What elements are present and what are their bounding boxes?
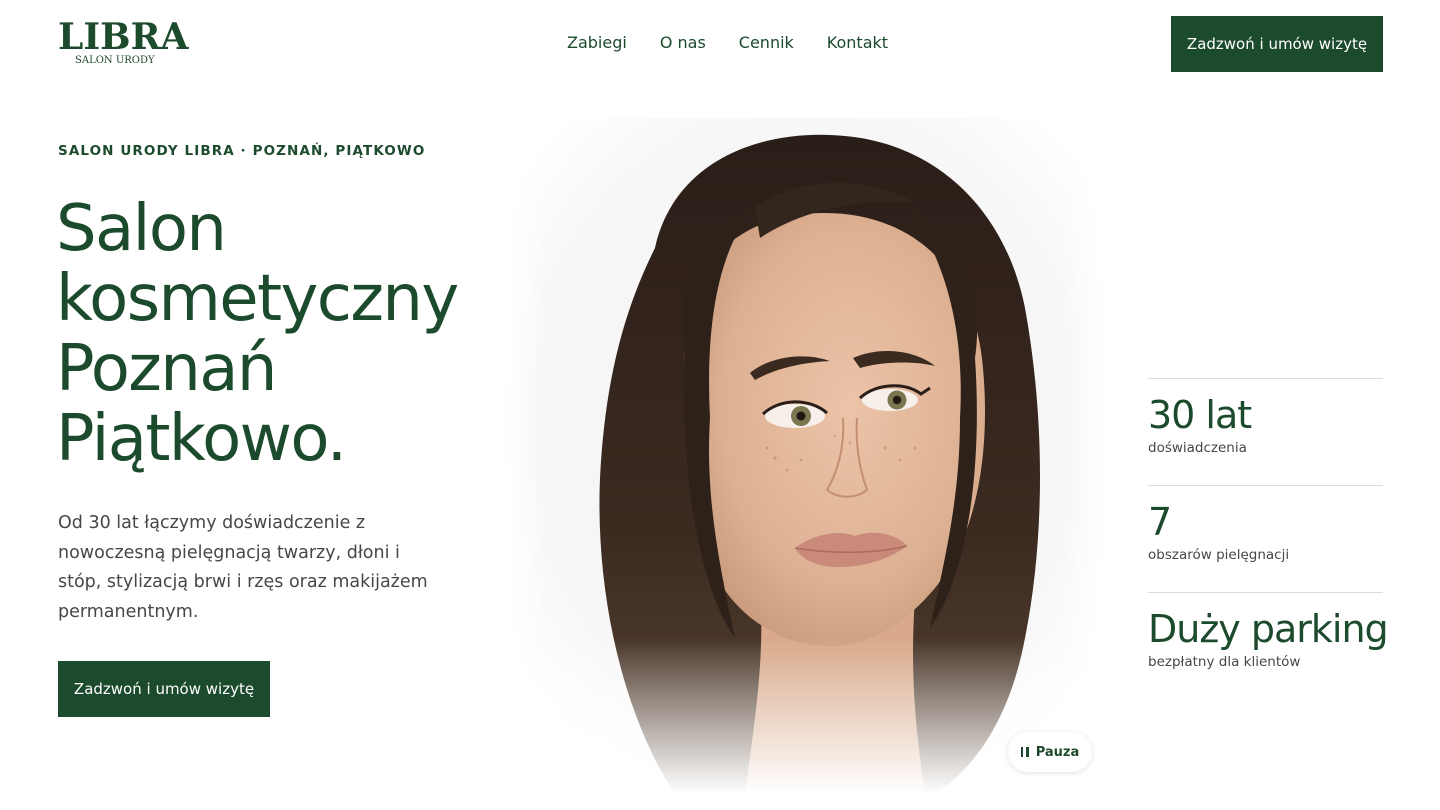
hero-description: Od 30 lat łączymy doświadczenie z nowocz…: [58, 513, 428, 622]
stat-value: 7: [1148, 500, 1172, 544]
pause-label: Pauza: [1035, 744, 1080, 760]
hero-eyebrow: SALON URODY LIBRA · POZNAŃ, PIĄTKOWO: [58, 143, 426, 159]
stats-list: 30 lat doświadczenia 7 obszarów pielęgna…: [1148, 378, 1389, 699]
stat-label: bezpłatny dla klientów: [1148, 654, 1301, 670]
main-nav: Zabiegi O nas Cennik Kontakt: [567, 33, 888, 52]
hero-title: Salon kosmetyczny Poznań Piątkowo.: [56, 194, 506, 474]
stat-value: Duży parking: [1148, 607, 1389, 651]
logo[interactable]: LIBRA SALON URODY: [58, 16, 189, 66]
stat-label: doświadczenia: [1148, 440, 1247, 456]
nav-item-kontakt[interactable]: Kontakt: [827, 33, 888, 52]
stat-value: 30 lat: [1148, 393, 1252, 437]
nav-item-zabiegi[interactable]: Zabiegi: [567, 33, 627, 52]
stat-experience: 30 lat doświadczenia: [1148, 378, 1383, 485]
hero-call-button[interactable]: Zadzwoń i umów wizytę: [58, 661, 270, 717]
stat-care-areas: 7 obszarów pielęgnacji: [1148, 485, 1383, 592]
logo-title: LIBRA: [58, 16, 189, 58]
nav-item-cennik[interactable]: Cennik: [739, 33, 794, 52]
hero-title-line: Poznań: [56, 332, 277, 406]
hero-title-line: Piątkowo.: [56, 402, 347, 476]
hero-title-line: Salon: [56, 192, 227, 266]
nav-item-o-nas[interactable]: O nas: [660, 33, 706, 52]
hero-portrait-image: [505, 118, 1105, 794]
stat-parking: Duży parking bezpłatny dla klientów: [1148, 592, 1389, 699]
stat-label: obszarów pielęgnacji: [1148, 547, 1290, 563]
header-call-button[interactable]: Zadzwoń i umów wizytę: [1171, 16, 1383, 72]
pause-icon: [1020, 747, 1029, 757]
slideshow-pause-button[interactable]: Pauza: [1008, 732, 1092, 772]
hero-title-line: kosmetyczny: [56, 262, 459, 336]
